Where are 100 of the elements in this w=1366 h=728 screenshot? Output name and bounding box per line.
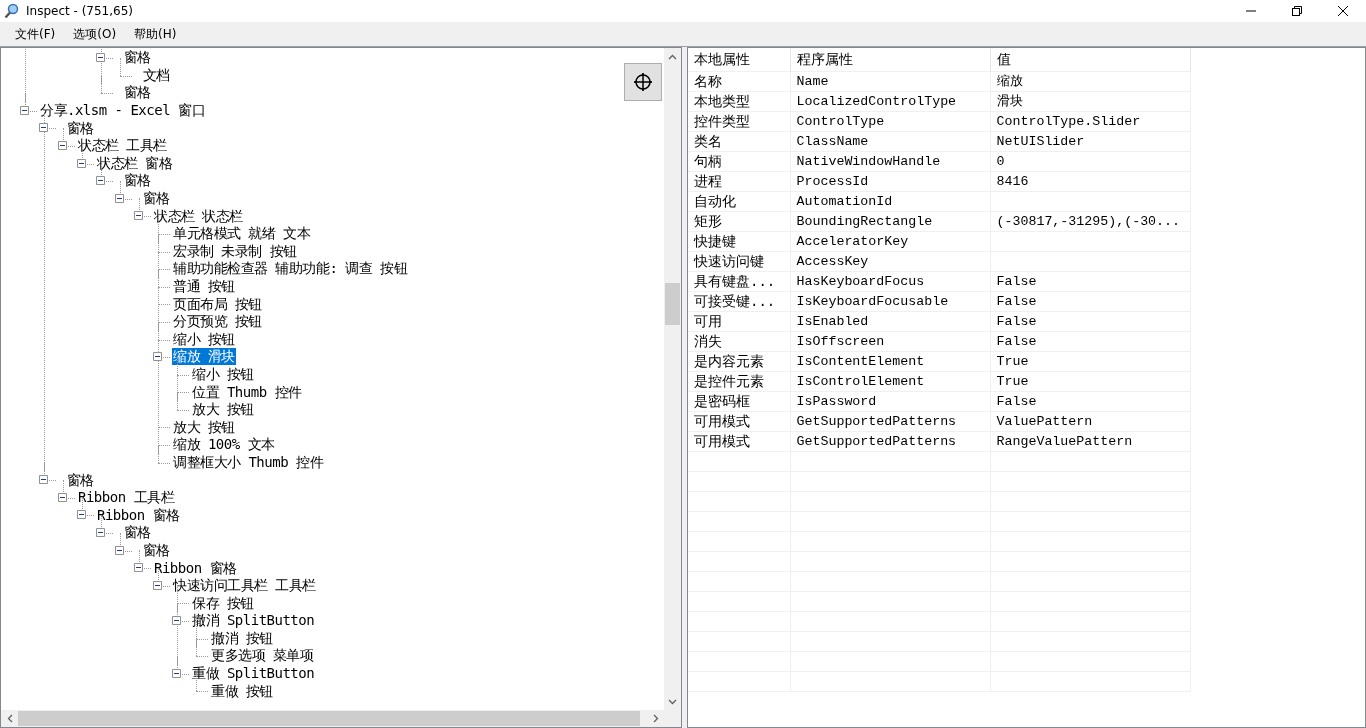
collapse-icon[interactable] [77,510,86,520]
property-id-cell: GetSupportedPatterns [790,431,990,452]
property-name-cell: 是内容元素 [688,351,790,372]
property-id-cell: IsContentElement [790,351,990,372]
tree-item[interactable]: Ribbon 工具栏 [77,489,175,507]
property-id-cell: ClassName [790,131,990,152]
tree-item[interactable]: 更多选项 菜单项 [210,647,315,665]
property-name-cell: 名称 [688,71,790,92]
property-name-cell: 是密码框 [688,391,790,412]
tree-item[interactable]: Ribbon 窗格 [153,559,238,577]
collapse-icon[interactable] [172,616,181,625]
tree-item[interactable]: 缩小 按钮 [191,366,255,383]
tree-item[interactable]: 窗格 [58,119,95,137]
collapse-icon[interactable] [153,580,162,590]
property-name-cell: 是控件元素 [688,371,790,392]
property-id-cell: BoundingRectangle [790,211,990,232]
tree-item[interactable]: 窗格 [115,172,152,190]
tree-item[interactable]: 调整框大小 Thumb 控件 [172,453,324,471]
tree-item[interactable]: Ribbon 窗格 [96,506,181,524]
tree-item[interactable]: 窗格 [134,190,171,208]
property-id-cell: IsControlElement [790,371,990,392]
property-name-cell: 具有键盘... [688,271,790,292]
menu-item[interactable]: 帮助(H) [127,22,184,46]
property-name-cell: 句柄 [688,151,790,172]
property-id-cell: AcceleratorKey [790,231,990,252]
collapse-icon[interactable] [153,352,162,362]
tree-item[interactable]: 页面布局 按钮 [172,295,263,313]
scrollbar-thumb[interactable] [18,711,640,726]
collapse-icon[interactable] [115,193,124,203]
tree-item[interactable]: 保存 按钮 [191,594,255,612]
value-cell: 滑块 [990,91,1190,112]
property-name-cell: 本地类型 [688,91,790,112]
property-name-cell: 可用模式 [688,431,790,452]
collapse-icon[interactable] [39,475,48,485]
tree-item[interactable]: 缩放 100% 文本 [172,436,276,454]
crosshair-button[interactable] [624,63,662,101]
collapse-icon[interactable] [77,158,86,168]
property-name-cell: 可用模式 [688,411,790,432]
property-id-cell: ProcessId [790,171,990,192]
property-name-cell: 可接受键... [688,291,790,312]
tree-item[interactable]: 窗格 [115,524,152,542]
tree-item[interactable]: 重做 按钮 [210,682,274,700]
tree-item[interactable]: 缩放 滑块 [172,348,236,366]
property-id-cell: IsOffscreen [790,331,990,352]
property-name-cell: 自动化 [688,191,790,212]
scrollbar-thumb[interactable] [665,283,680,325]
tree-item[interactable]: 文档 [134,66,171,84]
column-header[interactable]: 值 [990,48,1190,72]
tree-item[interactable]: 窗格 [115,84,152,102]
property-id-cell: GetSupportedPatterns [790,411,990,432]
column-header[interactable]: 本地属性 [688,48,790,72]
tree-item[interactable]: 普通 按钮 [172,278,236,295]
collapse-icon[interactable] [96,53,105,62]
property-id-cell: AccessKey [790,251,990,272]
tree-item[interactable]: 位置 Thumb 控件 [191,383,303,401]
magnifier-icon [4,3,20,19]
property-id-cell: NativeWindowHandle [790,151,990,172]
tree-item[interactable]: 放大 按钮 [172,418,236,436]
collapse-icon[interactable] [115,545,124,555]
collapse-icon[interactable] [134,563,143,573]
tree-item[interactable]: 状态栏 状态栏 [153,207,244,225]
collapse-icon[interactable] [20,105,29,115]
property-id-cell: IsPassword [790,391,990,412]
property-name-cell: 可用 [688,311,790,332]
tree-item[interactable]: 窗格 [134,541,171,559]
tree-item[interactable]: 状态栏 窗格 [96,154,174,172]
property-name-cell: 进程 [688,171,790,192]
tree-item[interactable]: 宏录制 未录制 按钮 [172,242,298,260]
column-header[interactable]: 程序属性 [790,48,990,72]
property-name-cell: 控件类型 [688,111,790,132]
collapse-icon[interactable] [172,668,181,678]
tree-item[interactable]: 重做 SplitButton [191,665,316,683]
collapse-icon[interactable] [134,211,143,221]
tree-item[interactable]: 辅助功能检查器 辅助功能: 调查 按钮 [172,260,409,278]
tree-item[interactable]: 撤消 按钮 [210,629,274,647]
tree-item[interactable]: 撤消 SplitButton [191,612,316,630]
property-name-cell: 消失 [688,331,790,352]
property-name-cell: 类名 [688,131,790,152]
tree-item[interactable]: 放大 按钮 [191,401,255,419]
tree-item[interactable]: 单元格模式 就绪 文本 [172,225,312,243]
collapse-icon[interactable] [96,176,105,186]
tree-item[interactable]: 分享.xlsm - Excel 窗口 [39,102,206,120]
tree-item[interactable]: 缩小 按钮 [172,330,236,348]
property-id-cell: Name [790,71,990,92]
tree-item[interactable]: 窗格 [58,471,95,489]
crosshair-icon [633,72,653,92]
collapse-icon[interactable] [58,140,67,150]
tree-item[interactable]: 状态栏 工具栏 [77,137,168,155]
tree-item[interactable]: 窗格 [115,49,152,67]
menu-item[interactable]: 文件(F) [8,22,63,46]
collapse-icon[interactable] [96,528,105,538]
menu-item[interactable]: 选项(O) [66,22,124,46]
property-name-cell: 快捷键 [688,231,790,252]
value-cell: 缩放 [990,71,1190,92]
property-id-cell: LocalizedControlType [790,91,990,112]
collapse-icon[interactable] [39,123,48,133]
collapse-icon[interactable] [58,492,67,502]
vertical-scrollbar[interactable] [664,48,681,710]
tree-item[interactable]: 快速访问工具栏 工具栏 [172,577,317,595]
tree-item[interactable]: 分页预览 按钮 [172,313,263,331]
